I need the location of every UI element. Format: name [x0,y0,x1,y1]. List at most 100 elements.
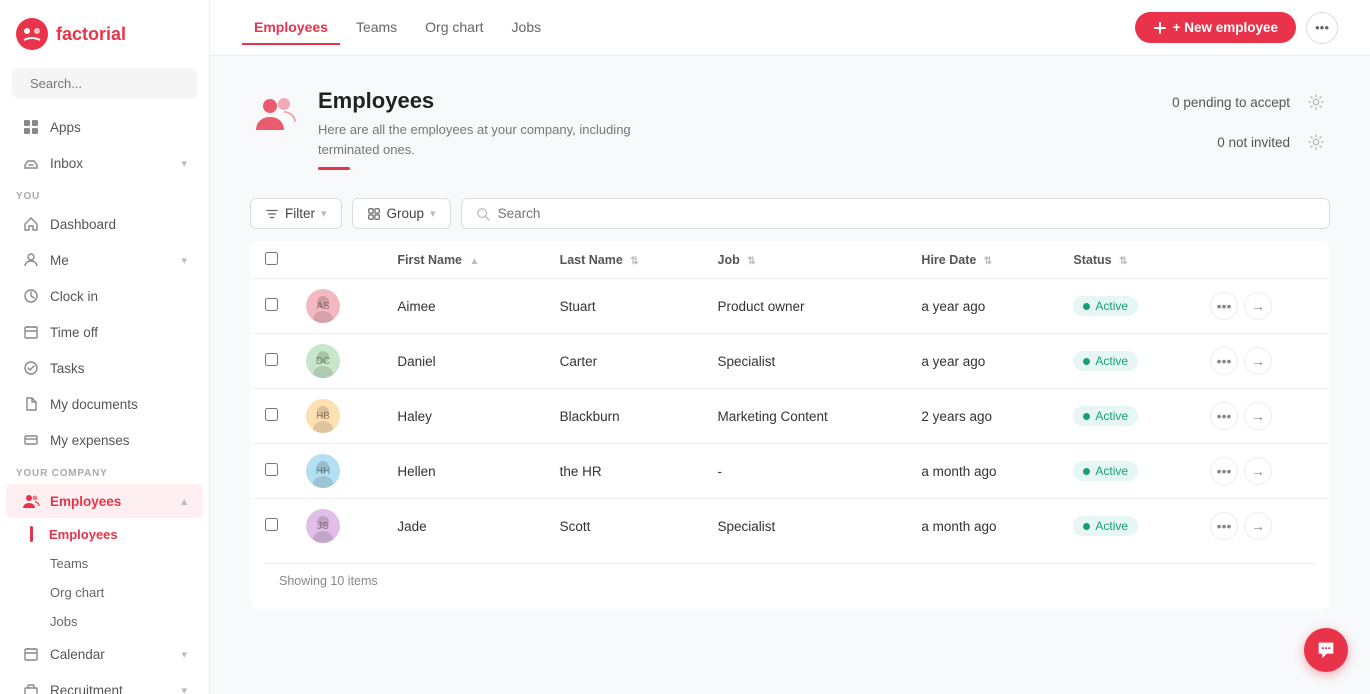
logo[interactable]: factorial [0,0,209,68]
group-button[interactable]: Group ▾ [352,198,451,229]
tab-org-chart[interactable]: Org chart [413,11,495,45]
briefcase-icon [22,681,40,694]
status-cell: Active [1059,499,1196,554]
more-options-button[interactable]: ••• [1306,12,1338,44]
sidebar-inbox-label: Inbox [50,156,83,171]
file-icon [22,395,40,413]
sidebar-sub-jobs-label: Jobs [50,614,77,629]
sidebar-item-calendar[interactable]: Calendar ▾ [6,637,203,671]
hire-date-cell: a year ago [907,279,1059,334]
page-header-left: Employees Here are all the employees at … [250,88,638,170]
status-sort-icon: ⇅ [1119,256,1127,267]
last-name-cell: Blackburn [546,389,704,444]
row-more-button[interactable]: ••• [1210,292,1238,320]
sidebar-sub-item-teams[interactable]: Teams [6,550,203,577]
first-name-cell: Haley [383,389,545,444]
avatar-cell: DC [292,334,383,389]
sidebar-item-tasks[interactable]: Tasks [6,351,203,385]
pending-gear-button[interactable] [1302,88,1330,116]
sidebar-dashboard-label: Dashboard [50,217,116,232]
sidebar-sub-item-jobs[interactable]: Jobs [6,608,203,635]
select-all-col [251,242,293,279]
hire-date-cell: a month ago [907,444,1059,499]
sidebar-tasks-label: Tasks [50,361,85,376]
sidebar-item-employees[interactable]: Employees ▴ [6,484,203,518]
row-navigate-button[interactable]: → [1244,292,1272,320]
sidebar-sub-item-org-chart[interactable]: Org chart [6,579,203,606]
col-first-name[interactable]: First Name ▲ [383,242,545,279]
sidebar-item-recruitment[interactable]: Recruitment ▾ [6,673,203,694]
row-checkbox-cell [251,499,293,554]
table-search[interactable] [461,198,1330,229]
row-navigate-button[interactable]: → [1244,457,1272,485]
page-description: Here are all the employees at your compa… [318,120,638,159]
sidebar-item-apps[interactable]: Apps [6,110,203,144]
sidebar-calendar-label: Calendar [50,647,105,662]
sidebar-item-my-expenses[interactable]: My expenses [6,423,203,457]
col-status[interactable]: Status ⇅ [1059,242,1196,279]
sidebar-mydocs-label: My documents [50,397,138,412]
row-checkbox[interactable] [265,463,278,476]
sidebar: factorial ⌘K Apps Inbox ▾ [0,0,210,694]
last-name-cell: Carter [546,334,704,389]
row-checkbox[interactable] [265,353,278,366]
sidebar-item-clock-in[interactable]: Clock in [6,279,203,313]
sidebar-sub-item-employees[interactable]: Employees [6,520,203,548]
sidebar-item-timeoff[interactable]: Time off [6,315,203,349]
not-invited-gear-button[interactable] [1302,128,1330,156]
table-row: AS Aimee Stuart Product owner a year ago… [251,279,1330,334]
job-cell: Marketing Content [704,389,908,444]
avatar: HH [306,454,340,488]
sidebar-recruitment-label: Recruitment [50,683,123,694]
check-circle-icon [22,359,40,377]
row-checkbox-cell [251,334,293,389]
row-navigate-button[interactable]: → [1244,512,1272,540]
row-more-button[interactable]: ••• [1210,512,1238,540]
svg-text:JS: JS [317,521,329,532]
row-checkbox[interactable] [265,518,278,531]
row-checkbox[interactable] [265,298,278,311]
tab-employees[interactable]: Employees [242,11,340,45]
sidebar-item-dashboard[interactable]: Dashboard [6,207,203,241]
tab-jobs[interactable]: Jobs [500,11,554,45]
avatar: JS [306,509,340,543]
row-actions: ••• → [1210,292,1315,320]
topnav-actions: + New employee ••• [1135,12,1338,44]
first-name-cell: Hellen [383,444,545,499]
row-more-button[interactable]: ••• [1210,402,1238,430]
chat-bubble-button[interactable] [1304,628,1348,672]
group-chevron: ▾ [430,207,436,220]
filter-button[interactable]: Filter ▾ [250,198,342,229]
table-search-input[interactable] [498,206,1315,221]
table-row: HB Haley Blackburn Marketing Content 2 y… [251,389,1330,444]
stat-not-invited: 0 not invited [1217,128,1330,156]
stat-pending: 0 pending to accept [1172,88,1330,116]
row-navigate-button[interactable]: → [1244,347,1272,375]
sidebar-item-me[interactable]: Me ▾ [6,243,203,277]
svg-text:HB: HB [316,411,330,422]
col-hire-date[interactable]: Hire Date ⇅ [907,242,1059,279]
new-employee-button[interactable]: + New employee [1135,12,1296,43]
inbox-chevron: ▾ [181,157,187,170]
badge-dot [1083,468,1090,475]
col-last-name[interactable]: Last Name ⇅ [546,242,704,279]
page-stats: 0 pending to accept 0 not invited [1172,88,1330,156]
sidebar-clockin-label: Clock in [50,289,98,304]
me-chevron: ▾ [181,254,187,267]
sidebar-item-inbox[interactable]: Inbox ▾ [6,146,203,180]
col-job[interactable]: Job ⇅ [704,242,908,279]
row-checkbox[interactable] [265,408,278,421]
hire-date-cell: a month ago [907,499,1059,554]
row-more-button[interactable]: ••• [1210,457,1238,485]
company-section-label: YOUR COMPANY [0,458,209,483]
select-all-checkbox[interactable] [265,252,278,265]
search-bar[interactable]: ⌘K [12,68,197,99]
badge-dot [1083,523,1090,530]
row-more-button[interactable]: ••• [1210,347,1238,375]
row-navigate-button[interactable]: → [1244,402,1272,430]
row-checkbox-cell [251,389,293,444]
tab-teams[interactable]: Teams [344,11,409,45]
status-badge: Active [1073,351,1138,371]
sidebar-item-my-documents[interactable]: My documents [6,387,203,421]
search-input[interactable] [30,76,206,91]
